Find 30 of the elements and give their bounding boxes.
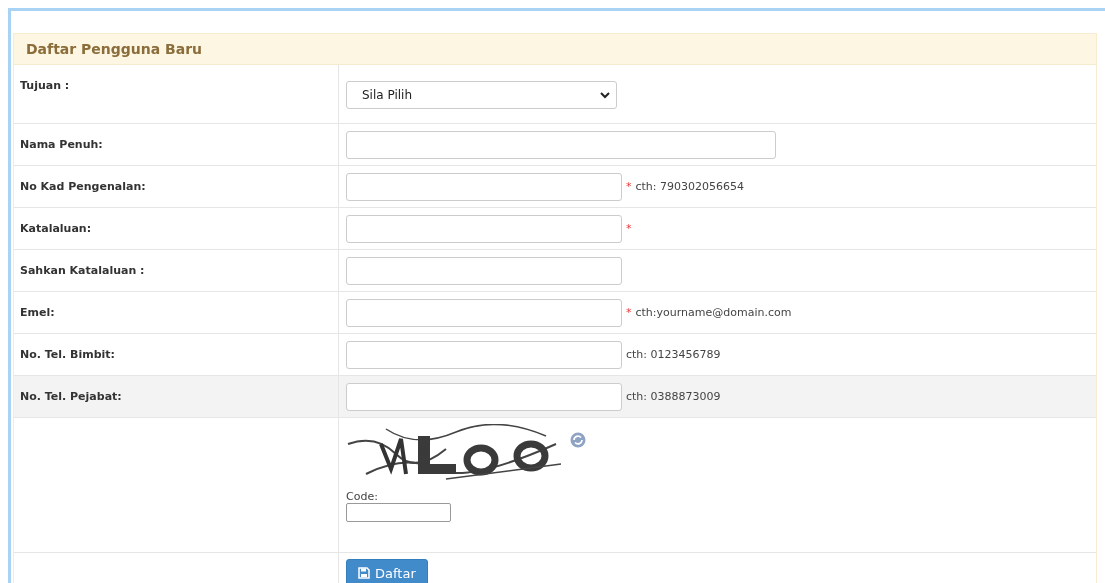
input-field[interactable] <box>346 298 622 327</box>
field-label: Nama Penuh: <box>20 138 103 151</box>
required-mark: * <box>626 222 632 235</box>
input-field[interactable] <box>346 340 622 369</box>
field-label: No. Tel. Pejabat: <box>20 390 122 403</box>
field-hint: cth: 790302056654 <box>635 180 745 193</box>
input-field[interactable] <box>346 214 622 243</box>
code-field[interactable] <box>346 503 451 522</box>
chevron-down-icon <box>600 91 610 99</box>
required-mark: * <box>626 306 632 319</box>
field-label: Tujuan : <box>20 79 70 92</box>
panel-title: Daftar Pengguna Baru <box>26 41 203 57</box>
field-label: Sahkan Katalaluan : <box>20 264 145 277</box>
required-mark: * <box>626 180 632 193</box>
field-label: No Kad Pengenalan: <box>20 180 146 193</box>
input-field[interactable] <box>346 172 622 201</box>
field-label: No. Tel. Bimbit: <box>20 348 115 361</box>
field-hint: cth: 0123456789 <box>626 348 721 361</box>
input-field[interactable] <box>346 382 622 411</box>
field-hint: cth:yourname@domain.com <box>635 306 792 319</box>
input-field[interactable] <box>346 256 622 285</box>
field-label: Emel: <box>20 306 55 319</box>
code-label: Code: <box>346 490 379 503</box>
input-field[interactable] <box>346 130 776 159</box>
field-hint: cth: 0388873009 <box>626 390 721 403</box>
refresh-icon[interactable] <box>570 432 586 448</box>
save-icon <box>358 567 370 579</box>
register-button[interactable]: Daftar <box>346 559 428 583</box>
field-label: Katalaluan: <box>20 222 92 235</box>
purpose-select[interactable]: Sila Pilih <box>346 81 617 109</box>
